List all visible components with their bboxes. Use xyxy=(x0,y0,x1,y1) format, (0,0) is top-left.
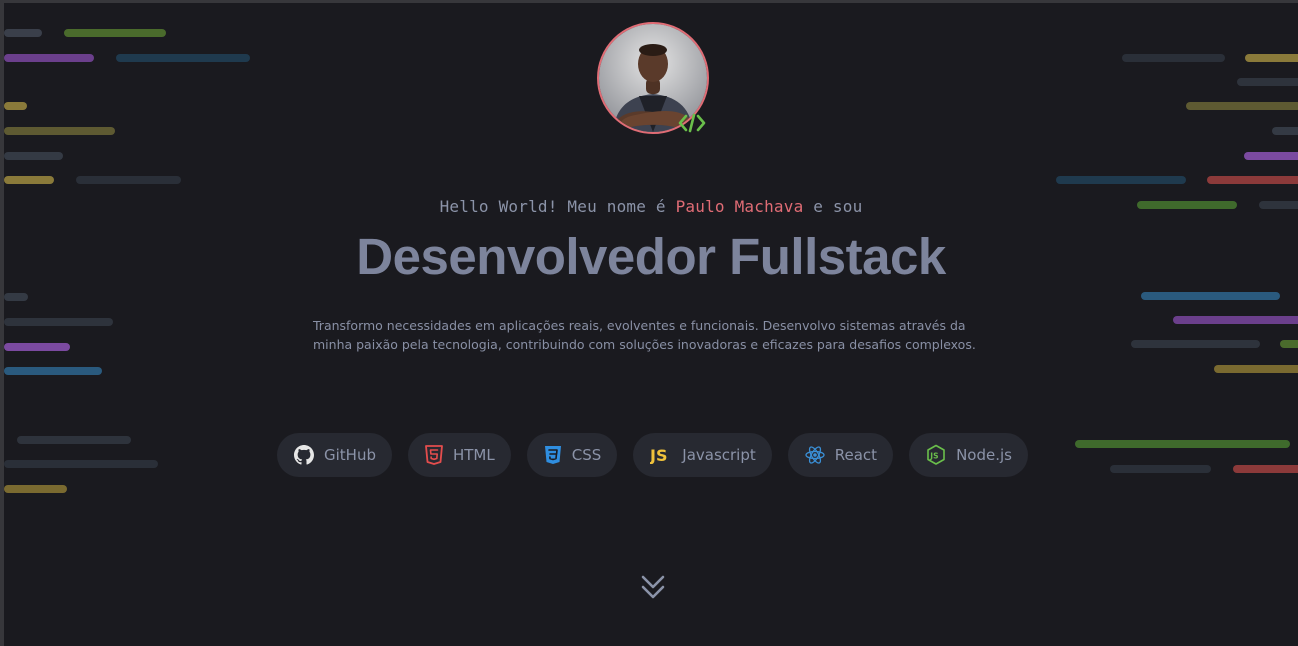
greeting-suffix: e sou xyxy=(803,197,863,216)
tech-label: CSS xyxy=(571,446,602,464)
code-line xyxy=(76,176,181,184)
code-line xyxy=(4,293,28,301)
page-title: Desenvolvedor Fullstack xyxy=(356,228,946,285)
code-brackets-icon xyxy=(678,113,706,133)
greeting-line: Hello World! Meu nome é Paulo Machava e … xyxy=(4,197,1298,216)
code-line xyxy=(1214,365,1298,373)
react-icon xyxy=(805,446,825,464)
tech-label: HTML xyxy=(452,446,495,464)
code-line xyxy=(1056,176,1186,184)
tech-stack-list: GitHub HTML CSS JS Javascript React JS N… xyxy=(277,433,1028,477)
double-chevron-down-icon[interactable] xyxy=(639,573,667,603)
code-line xyxy=(1131,340,1260,348)
code-line xyxy=(17,436,131,444)
developer-name: Paulo Machava xyxy=(675,197,804,216)
code-line xyxy=(4,102,27,110)
tech-label: Node.js xyxy=(956,446,1012,464)
javascript-icon: JS xyxy=(650,446,667,464)
hero-section: Hello World! Meu nome é Paulo Machava e … xyxy=(4,3,1298,646)
tech-label: React xyxy=(834,446,878,464)
code-line xyxy=(116,54,250,62)
tech-label: Javascript xyxy=(682,446,756,464)
code-line xyxy=(1110,465,1211,473)
tech-label: GitHub xyxy=(324,446,376,464)
avatar xyxy=(597,22,709,134)
code-line xyxy=(1075,440,1290,448)
code-line xyxy=(4,318,113,326)
code-line xyxy=(4,127,115,135)
tech-pill-html[interactable]: HTML xyxy=(407,433,511,477)
code-line xyxy=(1141,292,1280,300)
github-icon xyxy=(294,445,314,465)
tech-pill-github[interactable]: GitHub xyxy=(277,433,392,477)
code-line xyxy=(4,29,42,37)
tech-pill-react[interactable]: React xyxy=(787,433,894,477)
code-line xyxy=(1186,102,1298,110)
greeting-prefix: Hello World! Meu nome é xyxy=(439,197,676,216)
code-line xyxy=(1122,54,1225,62)
code-line xyxy=(1280,340,1298,348)
code-line xyxy=(1245,54,1298,62)
tech-pill-css[interactable]: CSS xyxy=(526,433,618,477)
code-line xyxy=(4,176,54,184)
css3-icon xyxy=(544,446,561,464)
hero-description: Transformo necessidades em aplicações re… xyxy=(313,318,976,352)
code-line xyxy=(4,460,158,468)
code-line xyxy=(1244,152,1298,160)
code-line xyxy=(1272,127,1298,135)
code-line xyxy=(4,343,70,351)
tech-pill-javascript[interactable]: JS Javascript xyxy=(633,433,772,477)
code-line xyxy=(4,54,94,62)
nodejs-icon: JS xyxy=(927,444,945,465)
code-line xyxy=(1173,316,1298,324)
code-line xyxy=(4,152,63,160)
code-line xyxy=(1237,78,1298,86)
code-line xyxy=(1207,176,1298,184)
code-line xyxy=(4,367,102,375)
svg-text:JS: JS xyxy=(929,452,938,461)
code-line xyxy=(1233,465,1298,473)
html5-icon xyxy=(425,445,443,465)
code-line xyxy=(64,29,166,37)
tech-pill-nodejs[interactable]: JS Node.js xyxy=(909,433,1028,477)
svg-text:JS: JS xyxy=(650,446,667,464)
code-line xyxy=(4,485,67,493)
